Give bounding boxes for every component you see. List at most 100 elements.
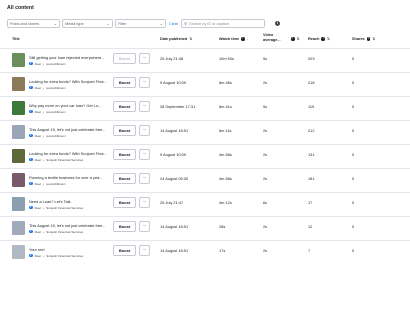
post-type: Reel <box>34 253 41 258</box>
table-row[interactable]: This August 15, let's not just celebrate… <box>0 216 410 241</box>
post-thumbnail[interactable] <box>12 101 25 115</box>
post-meta: f Reel • sunjoshfinserv <box>29 84 66 90</box>
posts-stories-dropdown[interactable]: Posts and stories ⌄ <box>7 19 60 28</box>
cell-avg: 2s <box>263 176 268 181</box>
table-row[interactable]: Running a textile business for over a ye… <box>0 168 410 193</box>
cell-shares: 0 <box>352 248 355 253</box>
page-title: All content <box>7 5 34 11</box>
post-caption[interactable]: Looking for extra funds? With Sunjosh Fi… <box>29 79 111 84</box>
info-icon: i <box>241 36 245 41</box>
facebook-icon: f <box>29 228 33 234</box>
table-row[interactable]: Looking for extra funds? With Sunjosh Fi… <box>0 72 410 97</box>
post-thumbnail[interactable] <box>12 245 25 259</box>
cell-watch: 4m 12s <box>219 200 232 205</box>
post-thumbnail[interactable] <box>12 149 25 163</box>
post-caption[interactable]: This August 15, let's not just celebrate… <box>29 127 111 132</box>
boost-button[interactable]: Boost <box>113 77 136 88</box>
sort-icon: ⇅ <box>189 37 193 41</box>
info-icon[interactable]: i <box>275 21 280 26</box>
cell-reach: 181 <box>308 176 315 181</box>
post-thumbnail[interactable] <box>12 221 25 235</box>
boost-button[interactable]: Boost <box>113 53 136 64</box>
post-caption[interactable]: Why pay more on your car loan? Get Lo... <box>29 103 111 108</box>
boost-button[interactable]: Boost <box>113 173 136 184</box>
column-title[interactable]: Title <box>12 37 20 41</box>
post-thumbnail[interactable] <box>12 77 25 91</box>
post-meta: f Reel • Sunjosh Financial Services <box>29 228 84 234</box>
column-video-average[interactable]: Video average... <box>263 33 287 43</box>
post-caption[interactable]: Still getting your loan rejected everywh… <box>29 55 111 60</box>
page-name: Sunjosh Financial Services <box>46 157 84 162</box>
more-options-button[interactable]: ··· <box>139 77 150 88</box>
post-caption[interactable]: Need a Loan? Let's Talk <box>29 199 111 204</box>
cell-watch: 4m 58s <box>219 152 232 157</box>
page-name: sunjoshfinserv <box>46 85 66 90</box>
column-reach-label: Reach <box>308 37 320 41</box>
more-options-button[interactable]: ··· <box>139 101 150 112</box>
facebook-icon: f <box>29 84 33 90</box>
media-type-dropdown[interactable]: Media type ⌄ <box>62 19 113 28</box>
table-row[interactable]: Why pay more on your car loan? Get Lo...… <box>0 96 410 121</box>
cell-avg: 6s <box>263 200 268 205</box>
boost-button[interactable]: Boost <box>113 245 136 256</box>
facebook-icon: f <box>29 60 33 66</box>
cell-date: 9 August 10:09 <box>160 152 186 157</box>
post-thumbnail[interactable] <box>12 53 25 67</box>
column-reach[interactable]: Reach i ⇅ <box>308 37 330 41</box>
page-name: sunjoshfinserv <box>46 109 66 114</box>
column-date-label: Date published <box>160 37 188 41</box>
facebook-icon: f <box>29 108 33 114</box>
cell-watch: 4m 58s <box>219 176 232 181</box>
table-row[interactable]: Still getting your loan rejected everywh… <box>0 48 410 73</box>
page-name: Sunjosh Financial Services <box>46 229 84 234</box>
column-watch-time[interactable]: Watch time i ↓ <box>219 37 248 41</box>
post-meta: f Reel • Sunjosh Financial Services <box>29 205 83 210</box>
clear-filters-link[interactable]: Clear <box>169 22 178 26</box>
column-watch-label: Watch time <box>219 37 240 41</box>
post-thumbnail[interactable] <box>12 197 25 211</box>
search-placeholder: Search by ID or caption <box>189 21 229 26</box>
cell-reach: 131 <box>308 152 315 157</box>
column-date[interactable]: Date published ⇅ <box>160 37 192 41</box>
more-options-button[interactable]: ··· <box>139 149 150 160</box>
post-thumbnail[interactable] <box>12 173 25 187</box>
boost-button[interactable]: Boost <box>113 221 136 232</box>
table-row[interactable]: Your reel f Reel • Sunjosh Financial Service… <box>0 240 410 265</box>
post-type: Reel <box>34 181 41 186</box>
column-shares[interactable]: Shares i ⇅ <box>352 37 375 41</box>
post-caption[interactable]: This August 15, let's not just celebrate… <box>29 223 111 228</box>
more-options-button[interactable]: ··· <box>139 125 150 136</box>
cell-avg: 5s <box>263 104 268 109</box>
more-options-button[interactable]: ··· <box>139 173 150 184</box>
chevron-down-icon: ⌄ <box>106 20 110 26</box>
more-options-button[interactable]: ··· <box>139 221 150 232</box>
page-name: sunjoshfinserv <box>46 181 66 186</box>
post-thumbnail[interactable] <box>12 125 25 139</box>
column-shares-label: Shares <box>352 37 365 41</box>
boost-button[interactable]: Boost <box>113 149 136 160</box>
table-row[interactable]: This August 15, let's not just celebrate… <box>0 120 410 145</box>
post-type: Reel <box>34 157 41 162</box>
table-row[interactable]: Need a Loan? Let's Talk f Reel • Sunjosh Fin… <box>0 192 410 217</box>
post-meta: f Reel • Sunjosh Financial Services <box>29 253 83 258</box>
cell-reach: 17 <box>308 200 313 205</box>
post-caption[interactable]: Looking for extra funds? With Sunjosh Fi… <box>29 151 111 156</box>
post-type: Reel <box>34 229 41 234</box>
cell-shares: 0 <box>352 224 355 229</box>
post-caption[interactable]: Running a textile business for over a ye… <box>29 175 111 180</box>
boost-button[interactable]: Boost <box>113 197 136 208</box>
more-options-button[interactable]: ··· <box>139 53 150 64</box>
sort-icon: ⇅ <box>372 37 376 41</box>
cell-reach: 203 <box>308 56 315 61</box>
boost-button[interactable]: Boost <box>113 101 136 112</box>
more-options-button[interactable]: ··· <box>139 245 150 256</box>
cell-watch: 28s <box>219 224 226 229</box>
filter-dropdown[interactable]: Filter ⌄ <box>115 19 166 28</box>
search-input[interactable]: ⚲ Search by ID or caption <box>181 19 266 28</box>
table-row[interactable]: Looking for extra funds? With Sunjosh Fi… <box>0 144 410 169</box>
more-options-button[interactable]: ··· <box>139 197 150 208</box>
boost-button[interactable]: Boost <box>113 125 136 136</box>
facebook-icon: f <box>29 156 33 162</box>
separator-dot: • <box>42 133 45 138</box>
post-caption[interactable]: Your reel <box>29 247 111 252</box>
